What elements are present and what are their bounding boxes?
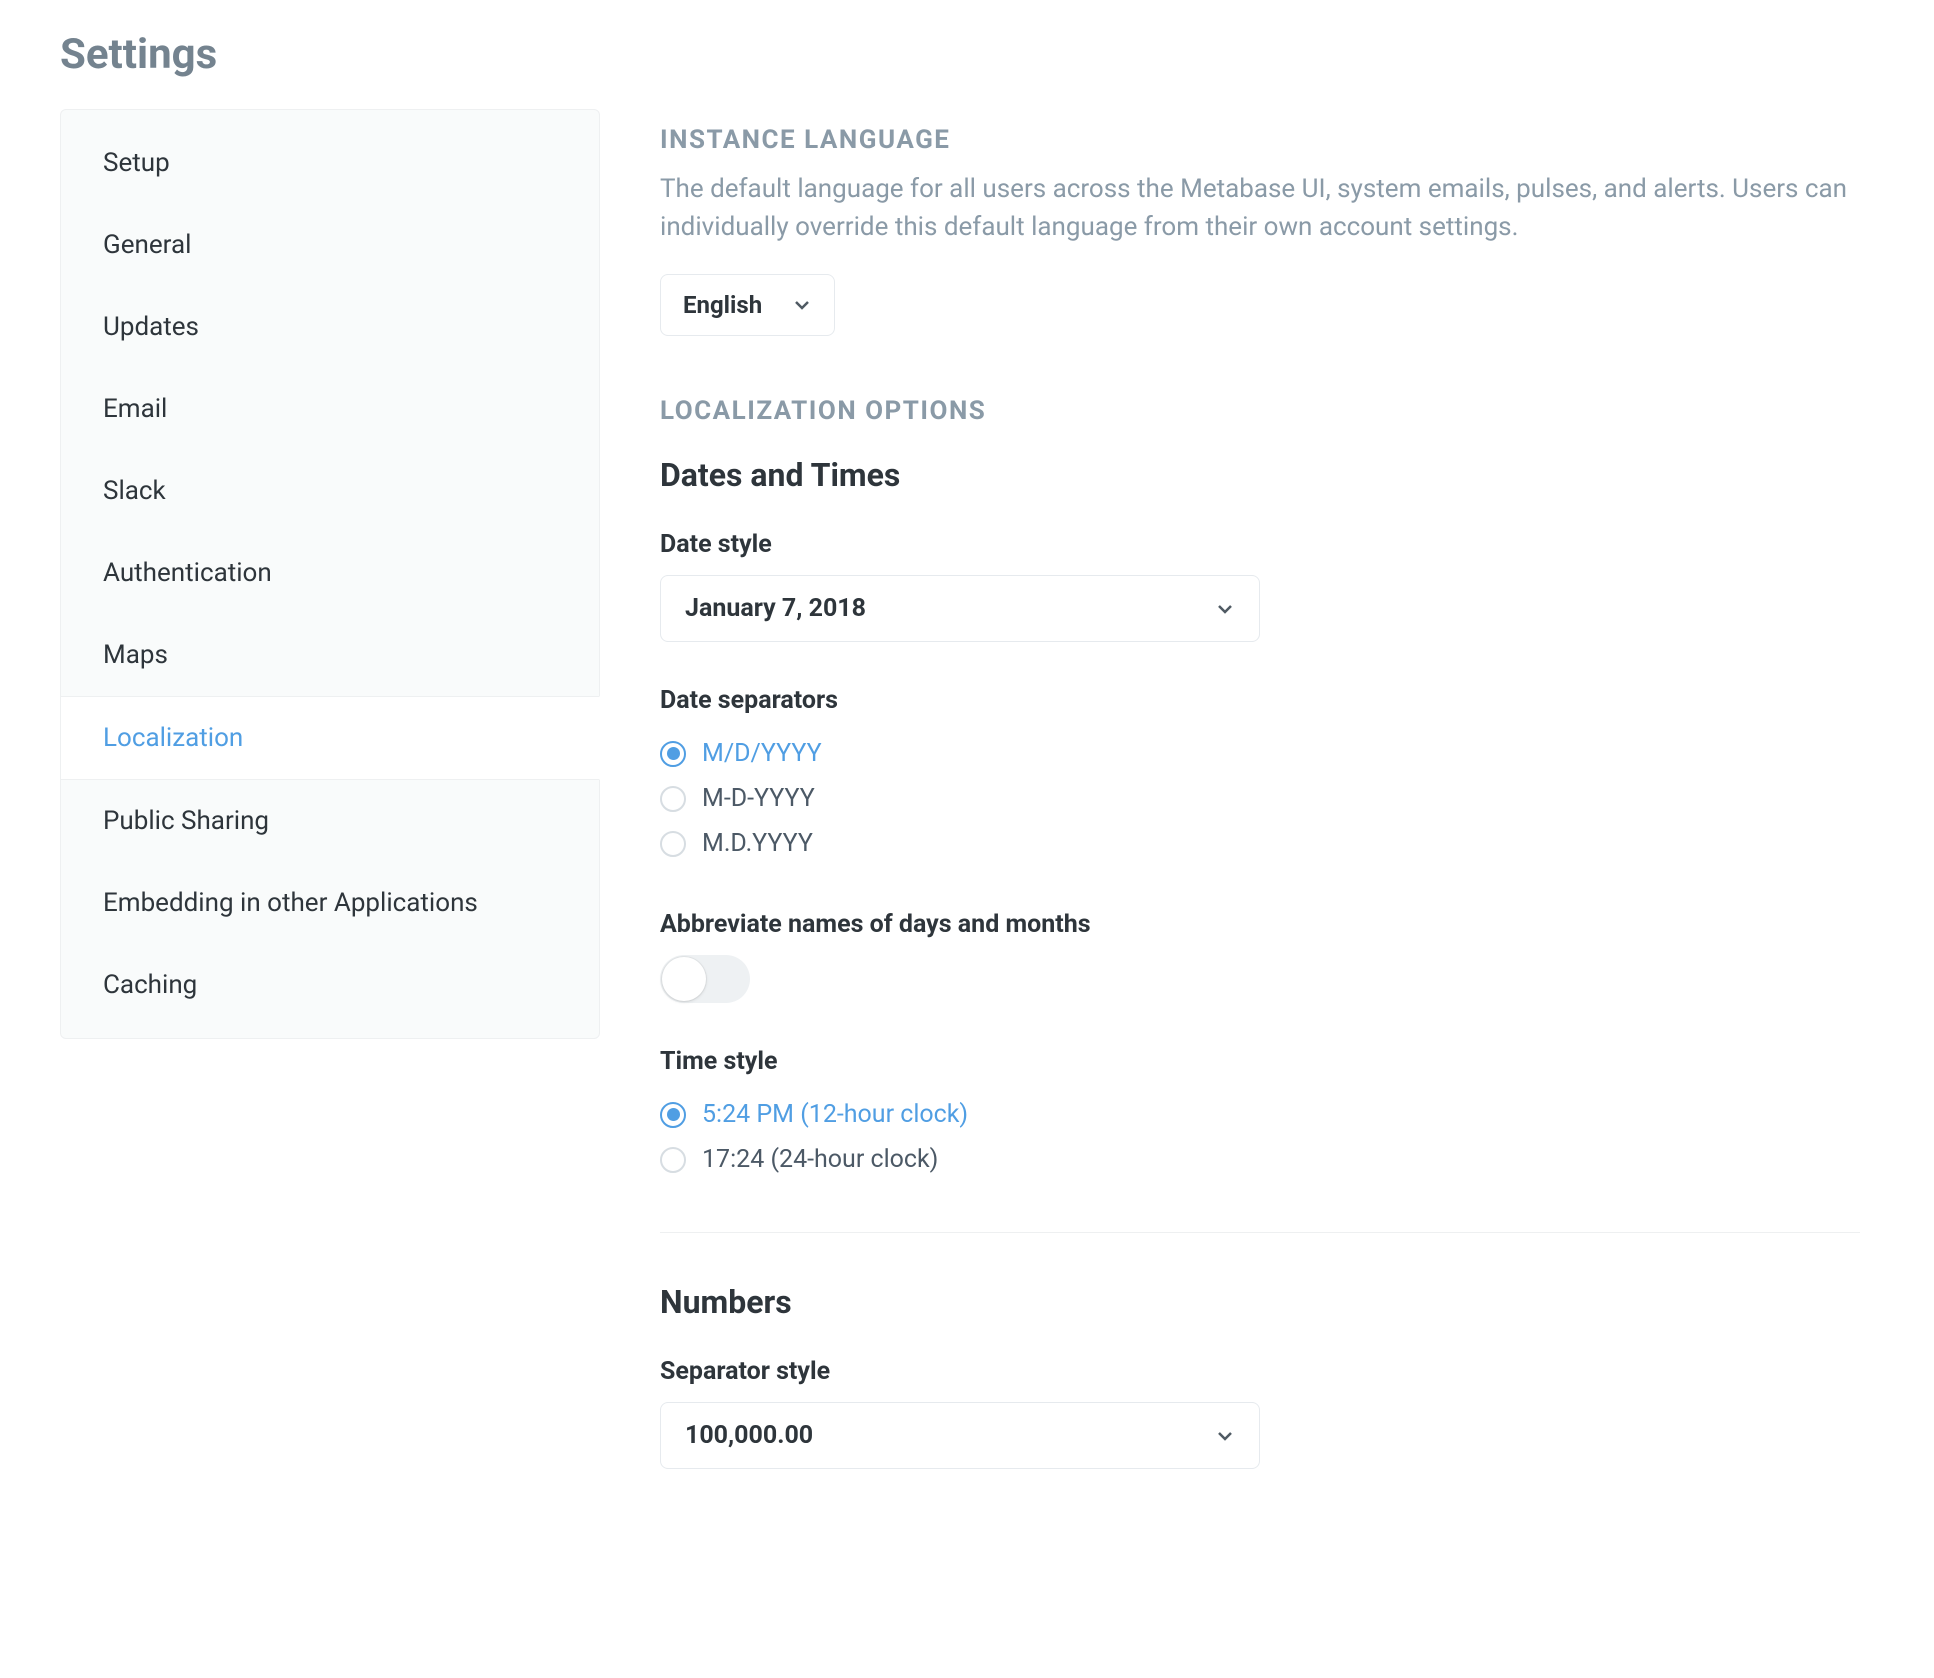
sidebar-item-updates[interactable]: Updates: [61, 286, 599, 368]
separator-style-value: 100,000.00: [685, 1421, 813, 1450]
radio-icon: [660, 786, 686, 812]
date-separator-option-label: M/D/YYYY: [702, 739, 822, 768]
dates-and-times-heading: Dates and Times: [660, 456, 1860, 494]
radio-icon: [660, 1147, 686, 1173]
time-style-option-label: 17:24 (24-hour clock): [702, 1145, 938, 1174]
separator-style-select[interactable]: 100,000.00: [660, 1402, 1260, 1469]
instance-language-value: English: [683, 291, 762, 319]
settings-sidebar: SetupGeneralUpdatesEmailSlackAuthenticat…: [60, 109, 600, 1039]
instance-language-select[interactable]: English: [660, 274, 835, 336]
time-style-option-0[interactable]: 5:24 PM (12-hour clock): [660, 1092, 1860, 1137]
date-separator-option-1[interactable]: M-D-YYYY: [660, 776, 1860, 821]
chevron-down-icon: [792, 295, 812, 315]
sidebar-item-setup[interactable]: Setup: [61, 122, 599, 204]
section-divider: [660, 1232, 1860, 1233]
date-separator-option-0[interactable]: M/D/YYYY: [660, 731, 1860, 776]
sidebar-item-caching[interactable]: Caching: [61, 944, 599, 1026]
date-style-select[interactable]: January 7, 2018: [660, 575, 1260, 642]
sidebar-item-embedding-in-other-applications[interactable]: Embedding in other Applications: [61, 862, 599, 944]
radio-icon: [660, 831, 686, 857]
chevron-down-icon: [1215, 599, 1235, 619]
time-style-option-label: 5:24 PM (12-hour clock): [702, 1100, 968, 1129]
settings-main: INSTANCE LANGUAGE The default language f…: [660, 109, 1860, 1513]
sidebar-item-slack[interactable]: Slack: [61, 450, 599, 532]
date-separator-option-label: M-D-YYYY: [702, 784, 815, 813]
radio-icon: [660, 741, 686, 767]
date-style-value: January 7, 2018: [685, 594, 866, 623]
date-separators-label: Date separators: [660, 686, 1860, 715]
instance-language-description: The default language for all users acros…: [660, 171, 1860, 246]
abbreviate-toggle[interactable]: [660, 955, 750, 1003]
sidebar-item-authentication[interactable]: Authentication: [61, 532, 599, 614]
date-style-label: Date style: [660, 530, 1860, 559]
time-style-label: Time style: [660, 1047, 1860, 1076]
separator-style-label: Separator style: [660, 1357, 1860, 1386]
toggle-knob: [662, 957, 706, 1001]
page-title: Settings: [60, 30, 1874, 79]
sidebar-item-localization[interactable]: Localization: [61, 696, 600, 780]
time-style-option-1[interactable]: 17:24 (24-hour clock): [660, 1137, 1860, 1182]
chevron-down-icon: [1215, 1426, 1235, 1446]
date-separator-option-label: M.D.YYYY: [702, 829, 813, 858]
sidebar-item-email[interactable]: Email: [61, 368, 599, 450]
sidebar-item-public-sharing[interactable]: Public Sharing: [61, 780, 599, 862]
date-separator-option-2[interactable]: M.D.YYYY: [660, 821, 1860, 866]
sidebar-item-maps[interactable]: Maps: [61, 614, 599, 696]
instance-language-heading: INSTANCE LANGUAGE: [660, 125, 1860, 155]
localization-options-heading: LOCALIZATION OPTIONS: [660, 396, 1860, 426]
radio-icon: [660, 1102, 686, 1128]
sidebar-item-general[interactable]: General: [61, 204, 599, 286]
numbers-heading: Numbers: [660, 1283, 1860, 1321]
abbreviate-label: Abbreviate names of days and months: [660, 910, 1860, 939]
